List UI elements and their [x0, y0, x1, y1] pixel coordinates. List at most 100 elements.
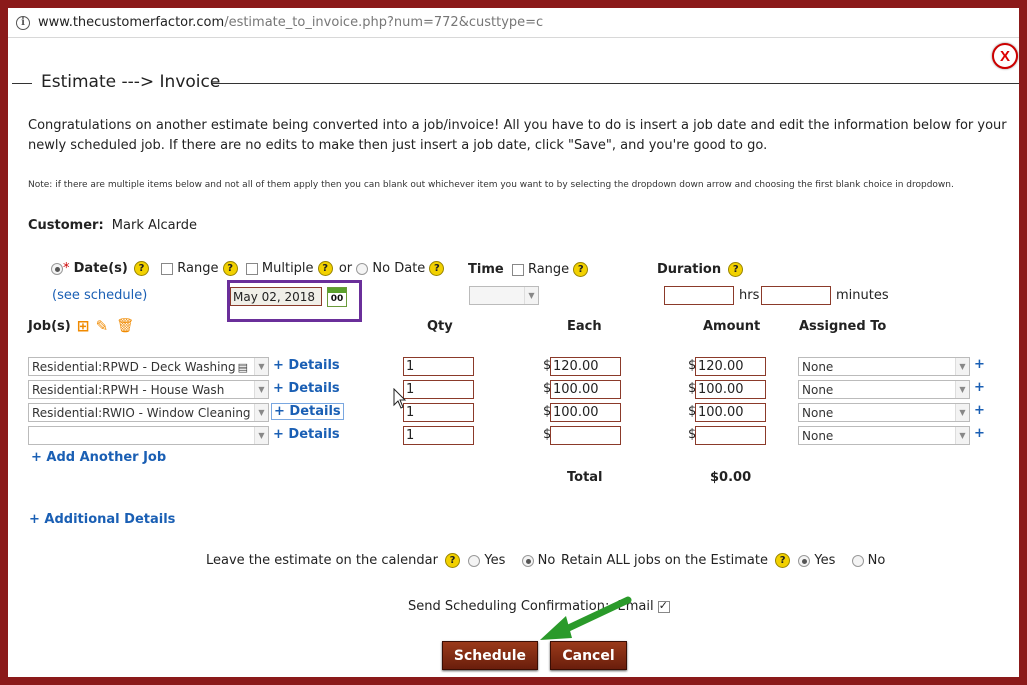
- jobs-label: Job(s): [28, 318, 71, 334]
- chevron-down-icon: ▼: [254, 427, 268, 444]
- trash-icon[interactable]: 🗑: [116, 318, 134, 334]
- leave-on-calendar-label: Leave the estimate on the calendar: [206, 553, 438, 568]
- note-text: Note: if there are multiple items below …: [28, 180, 954, 190]
- chevron-down-icon: ▼: [955, 404, 969, 421]
- close-button[interactable]: X: [992, 43, 1018, 69]
- chevron-down-icon: ▼: [955, 358, 969, 375]
- assigned-select[interactable]: None ▼: [798, 357, 970, 376]
- help-icon[interactable]: ?: [445, 553, 461, 568]
- edit-pencil-icon[interactable]: ✎: [96, 317, 109, 335]
- qty-input[interactable]: 1: [403, 380, 474, 399]
- retain-no-radio[interactable]: [851, 554, 864, 567]
- qty-header: Qty: [427, 319, 453, 334]
- date-range-checkbox[interactable]: [161, 262, 174, 275]
- time-options: Time Range ?: [468, 262, 589, 277]
- assigned-select-value: None: [802, 383, 834, 397]
- additional-details-link[interactable]: + Additional Details: [29, 512, 175, 527]
- paren-close: ): [142, 288, 148, 303]
- chevron-down-icon: ▼: [254, 358, 268, 375]
- address-bar[interactable]: i www.thecustomerfactor.com/estimate_to_…: [8, 8, 1019, 38]
- customer-row: Customer: Mark Alcarde: [28, 218, 197, 233]
- time-select[interactable]: ▼: [469, 286, 539, 305]
- time-range-checkbox[interactable]: [511, 263, 524, 276]
- help-icon[interactable]: ?: [222, 261, 238, 276]
- add-assignee-button[interactable]: +: [974, 403, 985, 418]
- dialog-title: Estimate ---> Invoice: [41, 72, 221, 92]
- duration-label: Duration: [657, 262, 722, 277]
- schedule-button[interactable]: Schedule: [442, 641, 538, 670]
- legend-line-right: [212, 83, 1019, 84]
- url-host: www.thecustomerfactor.com: [38, 15, 225, 30]
- time-label: Time: [468, 262, 504, 277]
- multiple-checkbox[interactable]: [245, 262, 258, 275]
- leave-no-radio[interactable]: [521, 554, 534, 567]
- help-icon[interactable]: ?: [429, 261, 445, 276]
- contact-card-icon[interactable]: ▤: [238, 360, 248, 375]
- leave-no-label: No: [537, 553, 556, 568]
- amount-input[interactable]: 100.00: [695, 380, 766, 399]
- duration-hours-input[interactable]: [664, 286, 734, 305]
- assigned-select[interactable]: None ▼: [798, 403, 970, 422]
- help-icon[interactable]: ?: [317, 261, 333, 276]
- job-select[interactable]: Residential:RPWH - House Wash ▼: [28, 380, 269, 399]
- no-date-radio[interactable]: [356, 262, 369, 275]
- url-path: /estimate_to_invoice.php?num=772&custtyp…: [224, 15, 544, 30]
- customer-label: Customer:: [28, 218, 104, 233]
- mouse-cursor-icon: [393, 388, 407, 409]
- details-link[interactable]: + Details: [273, 381, 340, 396]
- add-assignee-button[interactable]: +: [974, 380, 985, 395]
- qty-input[interactable]: 1: [403, 403, 474, 422]
- dates-radio[interactable]: [51, 262, 63, 275]
- calendar-icon[interactable]: 00: [327, 287, 347, 307]
- each-input[interactable]: 120.00: [550, 357, 621, 376]
- required-mark: *: [63, 261, 70, 276]
- job-select[interactable]: Residential:RPWD - Deck Washing ▤ ▼: [28, 357, 269, 376]
- add-job-icon[interactable]: ⊞: [77, 317, 90, 335]
- qty-input[interactable]: 1: [403, 426, 474, 445]
- customer-name: Mark Alcarde: [111, 218, 197, 233]
- dates-label: Date(s): [73, 261, 128, 276]
- green-arrow-icon: [540, 596, 632, 640]
- multiple-label: Multiple: [261, 261, 314, 276]
- duration-minutes-input[interactable]: [761, 286, 831, 305]
- leave-yes-radio[interactable]: [468, 554, 481, 567]
- time-range-label: Range: [527, 262, 570, 277]
- assigned-select[interactable]: None ▼: [798, 380, 970, 399]
- total-label: Total: [567, 470, 603, 485]
- see-schedule-link[interactable]: see schedule: [57, 288, 142, 303]
- each-input[interactable]: [550, 426, 621, 445]
- date-range-label: Range: [177, 261, 219, 276]
- amount-input[interactable]: [695, 426, 766, 445]
- dialog-window: i www.thecustomerfactor.com/estimate_to_…: [8, 8, 1019, 677]
- date-input[interactable]: May 02, 2018: [230, 287, 322, 306]
- details-link[interactable]: + Details: [273, 427, 340, 442]
- retain-yes-radio[interactable]: [798, 554, 811, 567]
- cancel-button[interactable]: Cancel: [550, 641, 627, 670]
- help-icon[interactable]: ?: [775, 553, 791, 568]
- add-assignee-button[interactable]: +: [974, 426, 985, 441]
- assigned-select-value: None: [802, 429, 834, 443]
- minutes-label: minutes: [836, 288, 889, 303]
- job-select[interactable]: ▼: [28, 426, 269, 445]
- job-select[interactable]: Residential:RWIO - Window Cleaning ▼: [28, 403, 269, 422]
- assigned-select[interactable]: None ▼: [798, 426, 970, 445]
- hrs-label: hrs: [739, 288, 760, 303]
- qty-input[interactable]: 1: [403, 357, 474, 376]
- help-icon[interactable]: ?: [728, 262, 744, 277]
- amount-header: Amount: [703, 319, 761, 334]
- each-input[interactable]: 100.00: [550, 403, 621, 422]
- amount-input[interactable]: 100.00: [695, 403, 766, 422]
- each-input[interactable]: 100.00: [550, 380, 621, 399]
- help-icon[interactable]: ?: [134, 261, 149, 276]
- assigned-header: Assigned To: [799, 319, 887, 334]
- email-checkbox[interactable]: [657, 599, 670, 613]
- details-link[interactable]: + Details: [273, 358, 340, 373]
- intro-text: Congratulations on another estimate bein…: [28, 118, 1007, 153]
- amount-input[interactable]: 120.00: [695, 357, 766, 376]
- add-another-job-link[interactable]: + Add Another Job: [31, 450, 166, 465]
- duration-header: Duration ?: [657, 262, 744, 277]
- info-icon[interactable]: i: [16, 15, 30, 30]
- help-icon[interactable]: ?: [573, 262, 589, 277]
- add-assignee-button[interactable]: +: [974, 357, 985, 372]
- details-link[interactable]: + Details: [271, 403, 344, 420]
